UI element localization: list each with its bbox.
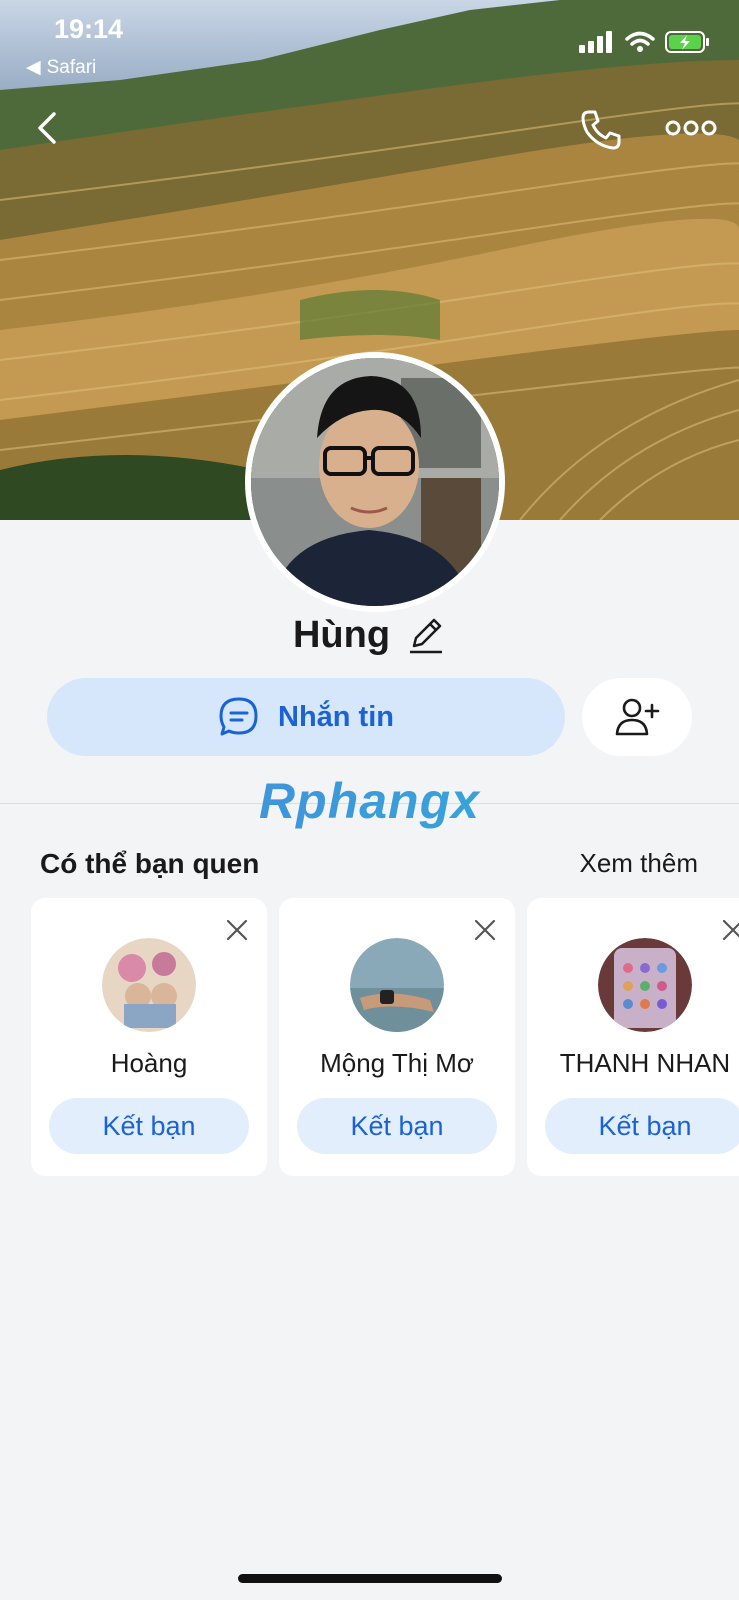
profile-name-row: Hùng <box>0 614 739 657</box>
suggestions-title: Có thể bạn quen <box>40 848 260 879</box>
status-bar: 19:14 ◀ Safari <box>0 0 739 90</box>
add-friend-suggestion-button[interactable]: Kết bạn <box>545 1098 739 1154</box>
suggestion-card[interactable]: Mộng Thị Mơ Kết bạn <box>279 898 515 1176</box>
add-user-icon <box>615 698 660 736</box>
watermark-logo: Rphangx <box>0 772 739 830</box>
suggestion-name: THANH NHAN <box>559 1048 731 1078</box>
back-app-label: Safari <box>46 56 97 78</box>
status-time: 19:14 <box>54 14 124 44</box>
close-icon[interactable] <box>225 918 249 942</box>
suggestion-card[interactable]: THANH NHAN Kết bạn <box>527 898 739 1176</box>
add-friend-suggestion-button[interactable]: Kết bạn <box>49 1098 249 1154</box>
profile-avatar[interactable] <box>245 352 505 612</box>
suggestion-card[interactable]: Hoàng Kết bạn <box>31 898 267 1176</box>
wifi-icon <box>625 31 655 52</box>
close-icon[interactable] <box>721 918 739 942</box>
suggestion-avatar <box>598 938 692 1032</box>
suggestion-name: Mộng Thị Mơ <box>320 1048 474 1078</box>
battery-charging-icon <box>665 31 709 53</box>
back-triangle-icon: ◀ <box>26 57 41 78</box>
signal-icon <box>579 31 612 53</box>
back-to-app[interactable]: ◀ Safari <box>26 56 96 79</box>
chat-bubble-icon <box>219 697 258 736</box>
avatar-image <box>251 358 499 606</box>
back-chevron-icon[interactable] <box>28 108 68 148</box>
phone-icon[interactable] <box>579 108 623 152</box>
home-indicator[interactable] <box>238 1574 502 1583</box>
suggestion-cards: Hoàng Kết bạn Mộng Thị Mơ Kết bạn THANH … <box>31 898 739 1176</box>
add-friend-suggestion-button[interactable]: Kết bạn <box>297 1098 497 1154</box>
more-icon[interactable] <box>665 118 717 138</box>
message-button-label: Nhắn tin <box>278 700 394 733</box>
message-button[interactable]: Nhắn tin <box>47 678 565 756</box>
edit-pencil-icon[interactable] <box>406 616 446 656</box>
suggestion-avatar <box>102 938 196 1032</box>
see-more-link[interactable]: Xem thêm <box>580 848 699 879</box>
add-friend-button[interactable] <box>582 678 692 756</box>
status-icons <box>579 30 711 54</box>
close-icon[interactable] <box>473 918 497 942</box>
profile-name: Hùng <box>292 614 391 656</box>
suggestion-avatar <box>350 938 444 1032</box>
suggestion-name: Hoàng <box>110 1048 188 1078</box>
